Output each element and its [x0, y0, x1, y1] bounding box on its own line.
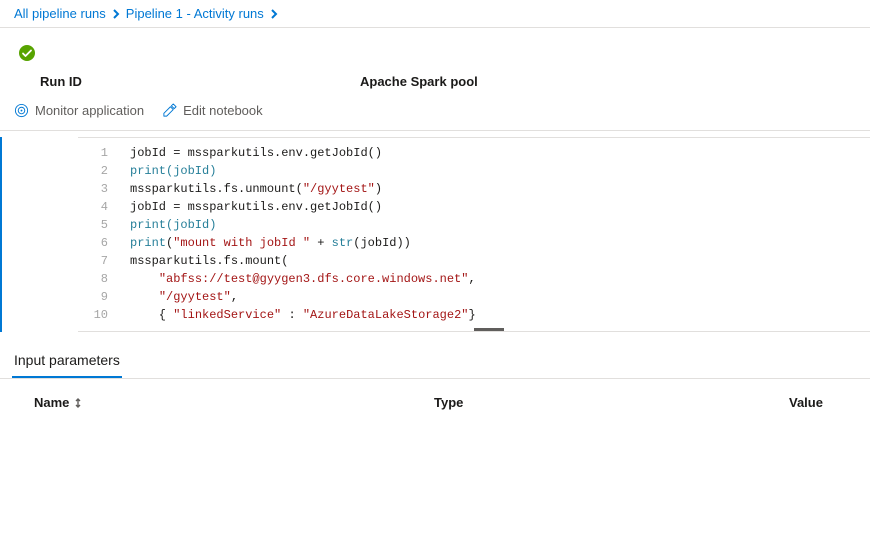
breadcrumb-pipeline[interactable]: Pipeline 1 - Activity runs [126, 6, 264, 21]
edit-notebook-button[interactable]: Edit notebook [162, 103, 263, 118]
horizontal-scrollbar[interactable] [474, 328, 504, 331]
chevron-right-icon [270, 9, 278, 19]
run-id-label: Run ID [40, 74, 360, 89]
code-content: jobId = mssparkutils.env.getJobId() prin… [114, 144, 476, 324]
column-name[interactable]: Name [34, 395, 434, 410]
actions-bar: Monitor application Edit notebook [0, 97, 870, 131]
breadcrumb-all-runs[interactable]: All pipeline runs [14, 6, 106, 21]
chevron-right-icon [112, 9, 120, 19]
run-info-labels: Run ID Apache Spark pool [0, 70, 870, 97]
details-tabs: Input parameters [0, 346, 870, 379]
sort-icon [73, 398, 83, 408]
monitor-application-label: Monitor application [35, 103, 144, 118]
spark-pool-label: Apache Spark pool [360, 74, 478, 89]
code-editor[interactable]: 1 2 3 4 5 6 7 8 9 10 jobId = mssparkutil… [78, 137, 870, 332]
edit-icon [162, 103, 177, 118]
edit-notebook-label: Edit notebook [183, 103, 263, 118]
breadcrumb: All pipeline runs Pipeline 1 - Activity … [0, 0, 870, 28]
column-value[interactable]: Value [789, 395, 836, 410]
success-icon [18, 44, 36, 62]
params-table-header: Name Type Value [0, 379, 870, 426]
line-numbers: 1 2 3 4 5 6 7 8 9 10 [78, 144, 114, 324]
tab-input-parameters[interactable]: Input parameters [12, 346, 122, 378]
column-type[interactable]: Type [434, 395, 789, 410]
monitor-icon [14, 103, 29, 118]
notebook-code-cell: 1 2 3 4 5 6 7 8 9 10 jobId = mssparkutil… [0, 137, 870, 332]
monitor-application-button[interactable]: Monitor application [14, 103, 144, 118]
status-row [0, 28, 870, 70]
